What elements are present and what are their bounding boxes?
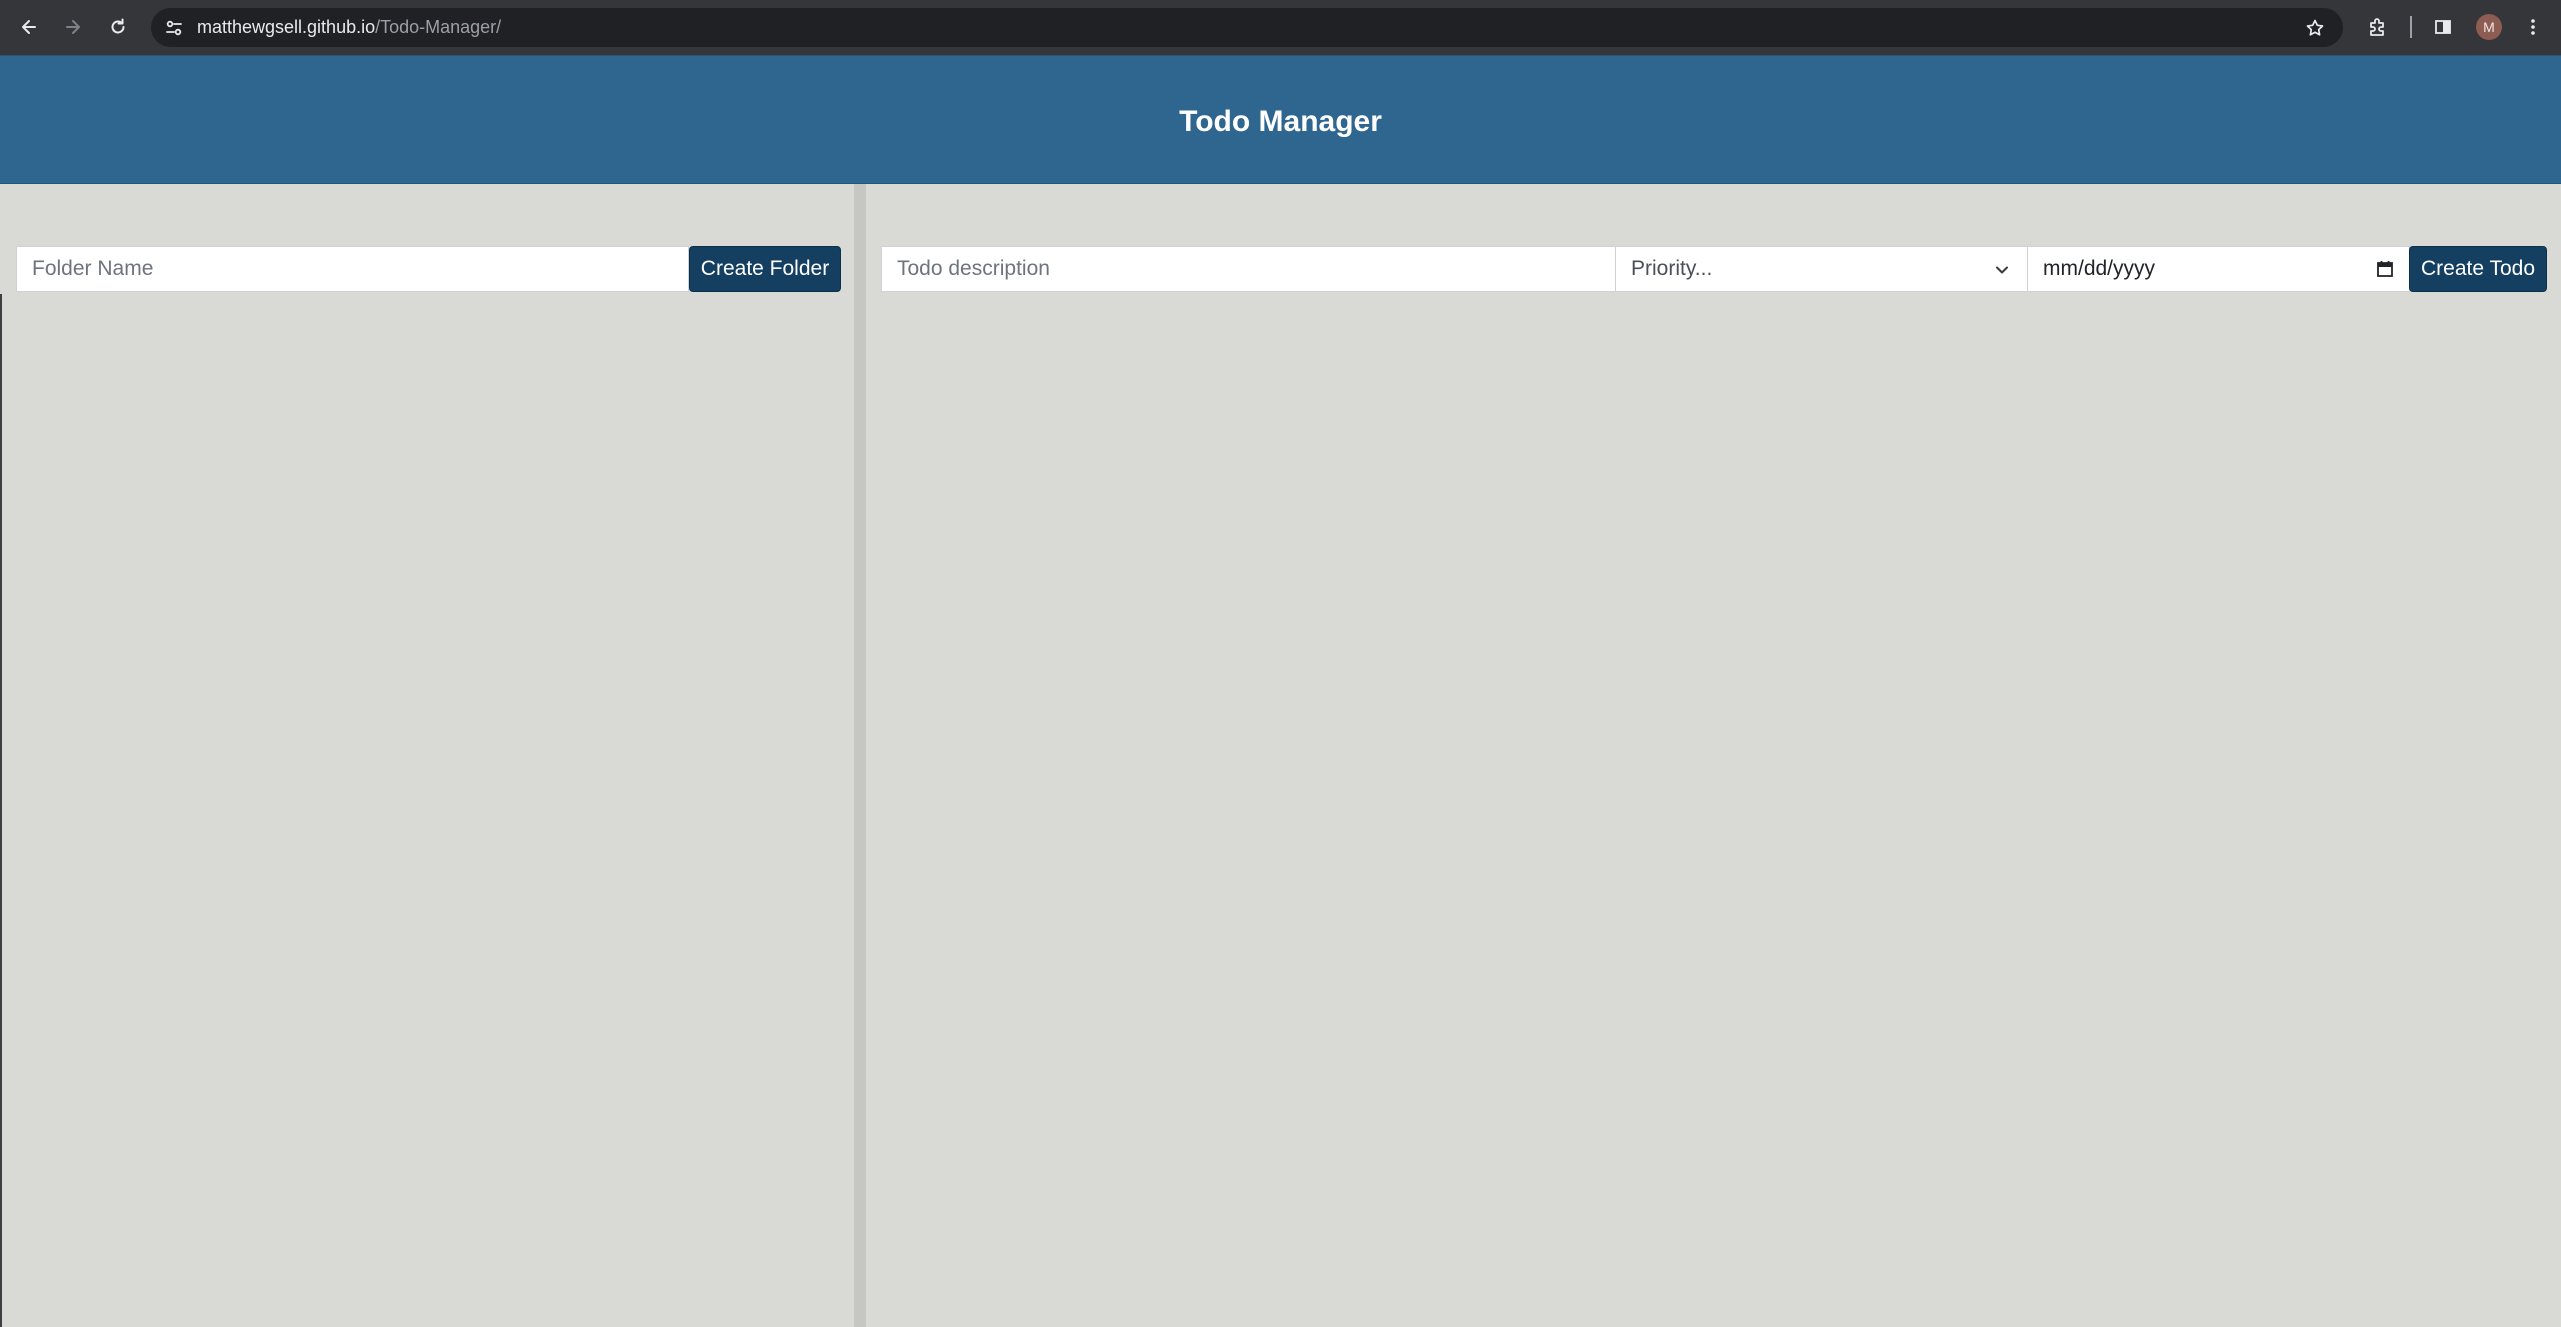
browser-menu-button[interactable] [2518, 12, 2548, 42]
create-folder-button[interactable]: Create Folder [689, 246, 841, 292]
browser-toolbar: matthewgsell.github.io/Todo-Manager/ M [0, 0, 2561, 55]
kebab-menu-icon [2531, 19, 2535, 35]
panel-edge [0, 184, 2, 294]
bookmark-button[interactable] [2303, 16, 2327, 40]
side-panel-icon [2435, 20, 2451, 34]
forward-button[interactable] [58, 12, 88, 42]
address-bar[interactable]: matthewgsell.github.io/Todo-Manager/ [151, 8, 2343, 47]
profile-avatar[interactable]: M [2476, 14, 2502, 40]
bookmark-star-icon [2306, 19, 2324, 36]
folder-name-input[interactable]: Folder Name [16, 246, 689, 292]
todo-description-input[interactable]: Todo description [881, 246, 1616, 292]
create-todo-button[interactable]: Create Todo [2409, 246, 2547, 292]
calendar-icon[interactable] [2375, 259, 2395, 279]
extensions-button[interactable] [2363, 12, 2393, 42]
side-panel-button[interactable] [2428, 12, 2458, 42]
back-arrow-icon [22, 20, 36, 34]
reload-icon [111, 18, 125, 34]
panel-divider [854, 184, 866, 1327]
due-date-input[interactable]: mm/dd/yyyy [2027, 246, 2410, 292]
toolbar-divider [2410, 16, 2412, 38]
site-info-button[interactable] [159, 13, 189, 43]
folders-panel: Folder Name Create Folder [0, 184, 854, 1327]
extensions-icon [2370, 18, 2384, 36]
chevron-down-icon [1996, 266, 2008, 274]
todos-panel: Todo description Priority... mm/dd/yyyy … [866, 184, 2561, 1327]
reload-button[interactable] [103, 12, 133, 42]
url-text: matthewgsell.github.io/Todo-Manager/ [197, 17, 501, 37]
site-info-icon [166, 20, 182, 36]
forward-arrow-icon [66, 20, 80, 34]
back-button[interactable] [14, 12, 44, 42]
due-date-value: mm/dd/yyyy [2043, 257, 2156, 280]
priority-select[interactable]: Priority... [1615, 246, 2028, 292]
app-header: Todo Manager [0, 55, 2561, 184]
url-path: /Todo-Manager/ [375, 17, 502, 37]
priority-selected-value: Priority... [1631, 257, 1713, 280]
page-title: Todo Manager [1179, 105, 1382, 138]
url-host: matthewgsell.github.io [197, 17, 376, 37]
